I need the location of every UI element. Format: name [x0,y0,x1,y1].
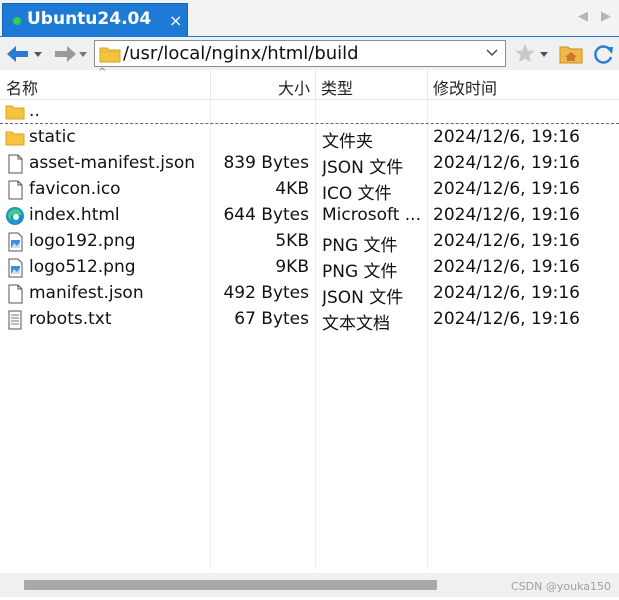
list-item[interactable]: index.html 644 Bytes Microsoft ... 2024/… [0,203,619,229]
file-modified: 2024/12/6, 19:16 [433,179,580,199]
file-size: 67 Bytes [234,309,309,329]
file-modified: 2024/12/6, 19:16 [433,283,580,303]
file-size: 9KB [275,257,309,277]
file-size: 492 Bytes [223,283,309,303]
refresh-icon[interactable] [592,43,616,65]
forward-button[interactable] [49,42,79,66]
list-item[interactable]: logo192.png 5KB PNG 文件 2024/12/6, 19:16 [0,229,619,256]
list-item[interactable]: static 文件夹 2024/12/6, 19:16 [0,125,619,152]
scrollbar-thumb[interactable] [24,580,437,590]
column-header: ^ 名称 大小 类型 修改时间 [0,67,619,100]
file-name: asset-manifest.json [29,153,195,173]
file-name: logo512.png [29,257,136,277]
file-type: 文本文档 [322,314,390,334]
file-modified: 2024/12/6, 19:16 [433,205,580,225]
list-item-parent-directory[interactable]: .. [0,99,619,124]
address-toolbar: /usr/local/nginx/html/build [0,36,619,71]
folder-icon [5,131,25,146]
tab-title: Ubuntu24.04 [27,9,152,29]
file-icon [8,180,23,200]
column-type[interactable]: 类型 [321,75,353,99]
file-name: favicon.ico [29,179,121,199]
star-icon[interactable] [514,43,536,65]
file-modified: 2024/12/6, 19:16 [433,153,580,173]
file-name: static [29,127,76,147]
file-name: logo192.png [29,231,136,251]
scroll-tabs-left-icon[interactable]: ◀ [578,9,588,24]
file-type: PNG 文件 [322,262,398,282]
connection-status-icon [13,17,21,25]
back-history-chevron-down-icon[interactable] [33,42,43,66]
file-type: ICO 文件 [322,184,392,204]
list-item[interactable]: asset-manifest.json 839 Bytes JSON 文件 20… [0,151,619,178]
file-name: manifest.json [29,283,144,303]
list-item[interactable]: robots.txt 67 Bytes 文本文档 2024/12/6, 19:1… [0,307,619,334]
text-file-icon [8,310,22,330]
column-name[interactable]: 名称 [6,75,38,99]
file-name: .. [29,101,40,121]
home-folder-icon[interactable] [559,43,583,65]
file-size: 839 Bytes [223,153,309,173]
back-button[interactable] [4,42,34,66]
folder-icon [99,47,121,63]
chevron-down-icon[interactable] [485,46,499,60]
bookmarks-chevron-down-icon[interactable] [539,43,549,65]
tab-bar: Ubuntu24.04 × ◀ ▶ [0,0,619,36]
edge-browser-icon [6,207,24,225]
file-modified: 2024/12/6, 19:16 [433,127,580,147]
session-tab[interactable]: Ubuntu24.04 × [2,3,188,36]
folder-icon [5,105,25,120]
file-name: robots.txt [29,309,112,329]
file-size: 644 Bytes [223,205,309,225]
file-type: 文件夹 [322,132,373,152]
path-text: /usr/local/nginx/html/build [123,43,359,64]
file-modified: 2024/12/6, 19:16 [433,231,580,251]
column-size[interactable]: 大小 [278,75,310,99]
file-modified: 2024/12/6, 19:16 [433,257,580,277]
file-list: .. static 文件夹 2024/12/6, 19:16 asset-man… [0,99,619,569]
forward-history-chevron-down-icon[interactable] [78,42,88,66]
file-modified: 2024/12/6, 19:16 [433,309,580,329]
column-divider[interactable] [427,70,428,99]
image-file-icon [8,258,23,278]
sort-ascending-icon: ^ [98,67,107,78]
close-tab-icon[interactable]: × [169,11,182,30]
path-input[interactable]: /usr/local/nginx/html/build [94,40,506,67]
file-size: 4KB [275,179,309,199]
file-type: JSON 文件 [322,288,404,308]
scroll-tabs-right-icon[interactable]: ▶ [601,9,611,24]
file-type: PNG 文件 [322,236,398,256]
watermark: CSDN @youka150 [511,580,611,593]
file-icon [8,154,23,174]
file-type: Microsoft ... [322,205,421,225]
file-size: 5KB [275,231,309,251]
list-item[interactable]: logo512.png 9KB PNG 文件 2024/12/6, 19:16 [0,255,619,282]
column-divider[interactable] [210,70,211,99]
image-file-icon [8,232,23,252]
list-item[interactable]: manifest.json 492 Bytes JSON 文件 2024/12/… [0,281,619,308]
file-type: JSON 文件 [322,158,404,178]
column-divider[interactable] [315,70,316,99]
file-icon [8,284,23,304]
file-name: index.html [29,205,120,225]
column-modified[interactable]: 修改时间 [433,75,497,99]
list-item[interactable]: favicon.ico 4KB ICO 文件 2024/12/6, 19:16 [0,177,619,204]
